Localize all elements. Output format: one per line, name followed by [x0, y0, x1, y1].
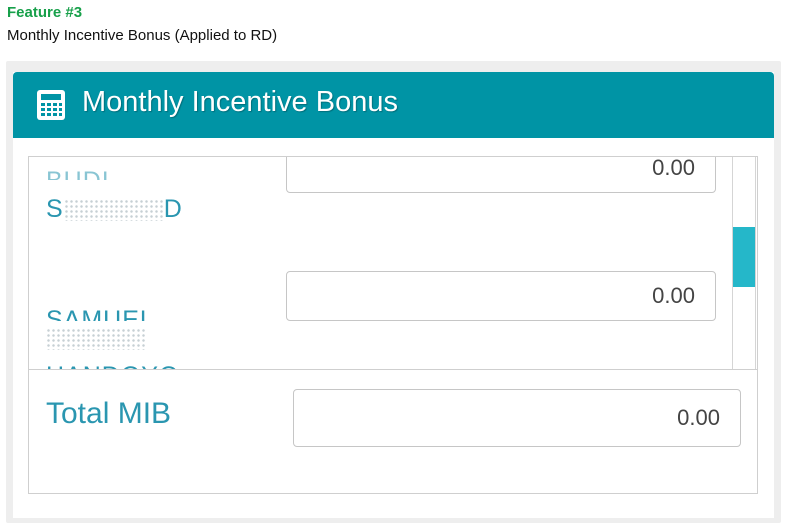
employee-name-line2-row: SD [46, 190, 183, 228]
employee-name: BUDI [46, 157, 110, 191]
total-mib-input[interactable] [293, 389, 741, 447]
panel-header: Monthly Incentive Bonus [13, 72, 774, 138]
employee-name-line3: HANDOYO [46, 362, 179, 369]
total-label: Total MIB [46, 397, 172, 430]
employee-name-line2-end: D [163, 195, 183, 223]
panel-title: Monthly Incentive Bonus [82, 86, 398, 118]
scrollbar[interactable] [732, 157, 756, 369]
employee-amount-input[interactable] [286, 271, 716, 321]
employee-name-line3-row: HANDOYO [46, 357, 179, 369]
employee-amount-input[interactable] [286, 157, 716, 193]
employee-name-line1: BUDI [46, 162, 110, 180]
employee-name-line2-row [46, 319, 146, 357]
redacted-text [63, 199, 164, 222]
list-item: SAMUEL HANDOYO [29, 271, 729, 369]
calculator-icon [37, 90, 65, 120]
employee-list[interactable]: BUDI SD SAMUEL HANDOYO [29, 157, 757, 370]
list-item: BUDI SD [29, 157, 729, 263]
scrollbar-thumb[interactable] [733, 227, 755, 287]
employee-name-line2: S [46, 195, 64, 223]
employee-name-line1: SAMUEL [46, 306, 155, 321]
feature-subtitle: Monthly Incentive Bonus (Applied to RD) [7, 27, 278, 44]
panel-body: BUDI SD SAMUEL HANDOYO [28, 156, 758, 494]
redacted-text [46, 328, 146, 351]
mib-panel: Monthly Incentive Bonus BUDI SD SAMUEL [13, 72, 774, 518]
employee-name: SAMUEL [46, 283, 155, 321]
feature-title: Feature #3 [7, 4, 83, 21]
